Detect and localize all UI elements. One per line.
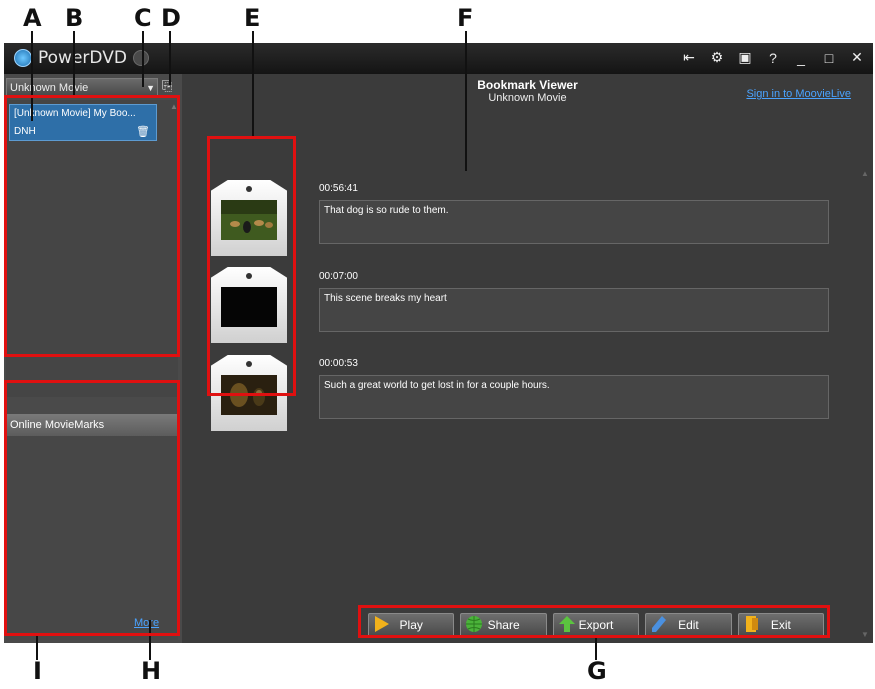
callout-label-f: F bbox=[457, 4, 474, 32]
settings-icon[interactable]: ⚙ bbox=[709, 49, 725, 66]
bookmark-note[interactable]: Such a great world to get lost in for a … bbox=[319, 375, 829, 419]
callout-line-c bbox=[142, 31, 144, 87]
movie-select-value: Unknown Movie bbox=[10, 82, 89, 94]
highlight-bookmark-list bbox=[4, 95, 180, 357]
bookmark-time: 00:07:00 bbox=[319, 271, 358, 282]
back-icon[interactable]: ⇤ bbox=[681, 49, 697, 66]
callout-line-e bbox=[252, 31, 254, 136]
title-bar-controls: ⇤ ⚙ ▣ ? _ □ ✕ bbox=[681, 49, 865, 66]
close-icon[interactable]: ✕ bbox=[849, 49, 865, 66]
bookmark-time: 00:00:53 bbox=[319, 358, 358, 369]
bookmark-note[interactable]: That dog is so rude to them. bbox=[319, 200, 829, 244]
title-bar: PowerDVD ⇤ ⚙ ▣ ? _ □ ✕ bbox=[4, 43, 873, 74]
callout-line-g bbox=[595, 636, 597, 660]
help-icon[interactable]: ? bbox=[765, 50, 781, 66]
callout-label-c: C bbox=[134, 4, 152, 32]
callout-label-g: G bbox=[587, 657, 607, 685]
tv-icon[interactable]: ▣ bbox=[737, 49, 753, 66]
callout-label-h: H bbox=[141, 657, 162, 685]
callout-line-d bbox=[169, 31, 171, 85]
callout-label-b: B bbox=[65, 4, 84, 32]
callout-label-a: A bbox=[23, 4, 42, 32]
signin-link[interactable]: Sign in to MoovieLive bbox=[746, 88, 851, 100]
powerdvd-logo-icon bbox=[14, 49, 32, 67]
bookmark-time: 00:56:41 bbox=[319, 183, 358, 194]
mode-switch-icon[interactable] bbox=[132, 50, 149, 66]
app-title: PowerDVD bbox=[38, 48, 127, 68]
callout-line-f bbox=[465, 31, 467, 171]
callout-label-e: E bbox=[244, 4, 261, 32]
highlight-button-bar bbox=[358, 605, 830, 638]
scroll-down-icon[interactable]: ▼ bbox=[861, 630, 869, 639]
minimize-icon[interactable]: _ bbox=[793, 50, 809, 66]
movie-select[interactable]: Unknown Movie ▼ bbox=[6, 78, 158, 96]
bookmark-note[interactable]: This scene breaks my heart bbox=[319, 288, 829, 332]
maximize-icon[interactable]: □ bbox=[821, 50, 837, 66]
viewer-scrollbar[interactable]: ▲ ▼ bbox=[861, 169, 869, 639]
highlight-online-moviemarks bbox=[4, 380, 180, 636]
callout-label-i: I bbox=[33, 657, 42, 685]
highlight-thumbnails bbox=[207, 136, 296, 396]
callout-line-b bbox=[73, 31, 75, 97]
app-logo: PowerDVD bbox=[14, 48, 149, 68]
scroll-up-icon[interactable]: ▲ bbox=[861, 169, 869, 178]
callout-label-d: D bbox=[161, 4, 181, 32]
callout-line-i bbox=[36, 636, 38, 660]
